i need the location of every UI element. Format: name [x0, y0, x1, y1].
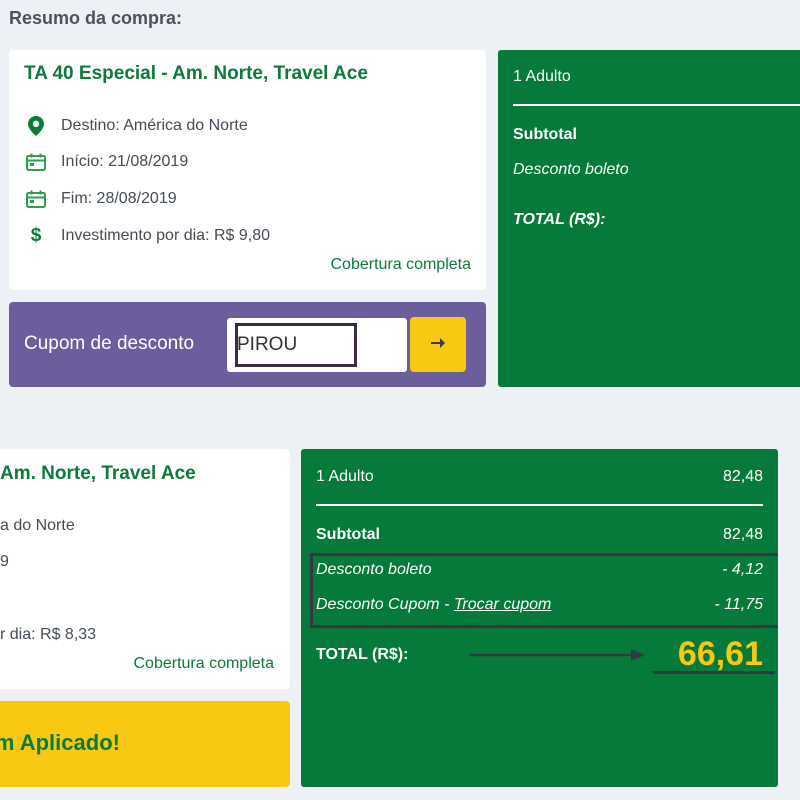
travelers-label: 1 Adulto [316, 468, 374, 485]
order-summary-panel-applied: 1 Adulto 82,48 Subtotal 82,48 Desconto b… [301, 449, 778, 787]
product-card-applied: Am. Norte, Travel Ace a do Norte 9 r dia… [0, 449, 290, 689]
end-date-row: Fim: 28/08/2019 [25, 188, 177, 210]
calendar-icon [25, 151, 47, 173]
daily-cost-text: Investimento por dia: R$ 9,80 [61, 227, 271, 244]
daily-cost-row: $ Investimento por dia: R$ 9,80 [25, 225, 270, 247]
arrow-right-icon [431, 337, 445, 352]
end-date-text: Fim: 28/08/2019 [61, 190, 177, 207]
page-title: Resumo da compra: [9, 8, 183, 28]
dollar-icon: $ [30, 225, 42, 246]
total-value: 66,61 [677, 635, 763, 673]
coupon-label: Cupom de desconto [24, 333, 195, 354]
product-title: Am. Norte, Travel Ace [0, 463, 196, 484]
map-pin-icon [25, 115, 47, 137]
total-label: TOTAL (R$): [316, 646, 409, 663]
summary-divider [316, 504, 763, 506]
start-date-row: Início: 21/08/2019 [25, 151, 188, 173]
coupon-submit-button[interactable] [410, 317, 466, 372]
coverage-link[interactable]: Cobertura completa [133, 655, 274, 673]
destination-row: Destino: América do Norte [25, 115, 248, 137]
coverage-link[interactable]: Cobertura completa [330, 256, 471, 274]
summary-divider [513, 104, 800, 106]
order-summary-panel: 1 Adulto Subtotal Desconto boleto TOTAL … [498, 50, 800, 387]
annotation-arrow [469, 648, 645, 667]
product-card: TA 40 Especial - Am. Norte, Travel Ace D… [9, 50, 486, 290]
total-label: TOTAL (R$): [513, 211, 606, 228]
coupon-applied-text: pom Aplicado! [0, 730, 120, 755]
destination-text: Destino: América do Norte [61, 117, 248, 134]
subtotal-label: Subtotal [513, 126, 577, 143]
annotation-highlight-box [310, 553, 778, 628]
subtotal-value: 82,48 [722, 526, 763, 543]
annotation-highlight-box [235, 323, 357, 367]
annotation-underline [653, 671, 775, 674]
boleto-discount-label: Desconto boleto [513, 161, 629, 178]
coupon-bar: Cupom de desconto [9, 302, 486, 387]
product-title: TA 40 Especial - Am. Norte, Travel Ace [24, 63, 368, 84]
coupon-applied-banner: pom Aplicado! [0, 701, 290, 787]
start-date-text: Início: 21/08/2019 [61, 153, 189, 170]
travelers-label: 1 Adulto [513, 68, 571, 85]
start-date-text: 9 [0, 553, 9, 570]
travelers-value: 82,48 [722, 468, 763, 485]
calendar-icon [25, 188, 47, 210]
subtotal-label: Subtotal [316, 526, 380, 543]
destination-text: a do Norte [0, 517, 75, 534]
daily-cost-text: r dia: R$ 8,33 [0, 626, 97, 643]
